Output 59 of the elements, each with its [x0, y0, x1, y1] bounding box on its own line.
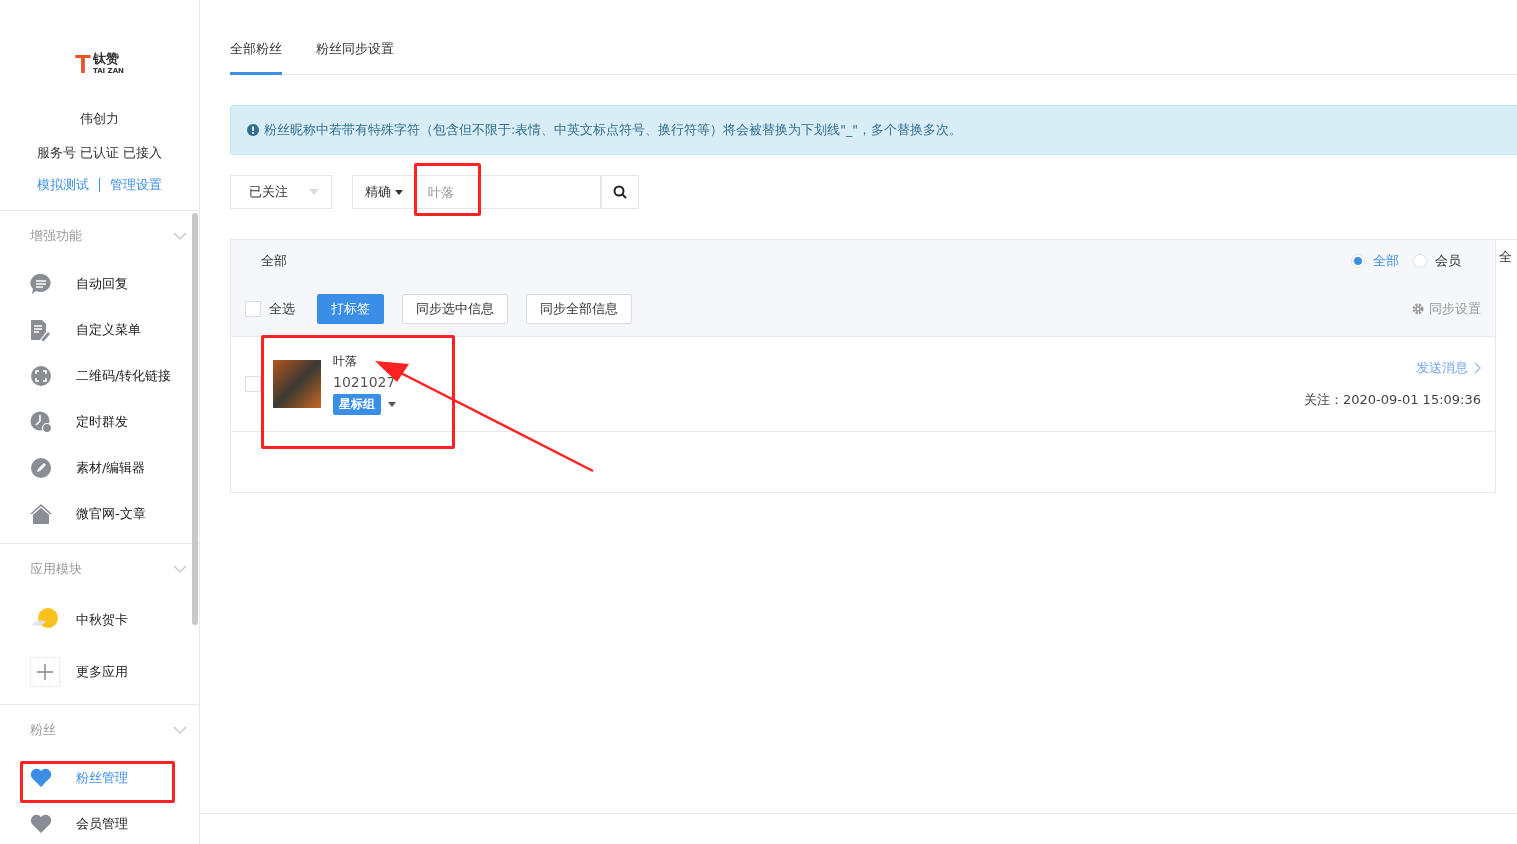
- chevron-right-icon: [1474, 362, 1481, 374]
- clock-icon: [30, 411, 52, 433]
- nav-item[interactable]: 会员管理: [0, 801, 199, 844]
- search-button[interactable]: [601, 175, 639, 209]
- nav-item[interactable]: 自定义菜单: [0, 307, 199, 353]
- caret-down-icon[interactable]: [388, 402, 396, 407]
- nav-item[interactable]: 定时群发: [0, 399, 199, 445]
- radio-circle[interactable]: [1351, 254, 1365, 268]
- radio-circle[interactable]: [1413, 254, 1427, 268]
- tab[interactable]: 粉丝同步设置: [316, 40, 394, 75]
- toolbar-button[interactable]: 同步选中信息: [402, 294, 508, 324]
- account-name: 伟创力: [79, 110, 120, 128]
- radio-option[interactable]: 会员: [1413, 252, 1461, 270]
- chevron-down-icon: [173, 726, 187, 734]
- nav-item[interactable]: 中秋贺卡: [0, 594, 199, 646]
- follow-time: 关注：2020-09-01 15:09:36: [1303, 391, 1481, 409]
- heart-icon: [30, 814, 52, 834]
- account-status: 服务号 已认证 已接入: [35, 144, 164, 162]
- tab[interactable]: 全部粉丝: [230, 40, 282, 75]
- checkbox[interactable]: [245, 301, 261, 317]
- document-edit-icon: [30, 319, 50, 341]
- search-field[interactable]: 叶落: [416, 175, 601, 209]
- nav-item[interactable]: 自动回复: [0, 261, 199, 307]
- match-mode-dropdown[interactable]: 精确: [352, 175, 416, 209]
- pencil-circle-icon: [30, 457, 52, 479]
- notice-text: 粉丝昵称中若带有特殊字符（包含但不限于:表情、中英文标点符号、换行符等）将会被替换为下划线"_"，多个替换多次。: [264, 121, 962, 139]
- account-link[interactable]: 模拟测试: [37, 176, 89, 194]
- fan-name: 叶落: [333, 353, 358, 370]
- nav-item[interactable]: 素材/编辑器: [0, 445, 199, 491]
- chevron-down-icon: [173, 232, 187, 240]
- caret-down-icon: [395, 189, 403, 195]
- nav-item[interactable]: 微官网-文章: [0, 491, 199, 537]
- nav-group-title: 应用模块: [30, 560, 82, 578]
- nav-item[interactable]: 更多应用: [0, 646, 199, 698]
- nav-item[interactable]: 二维码/转化链接: [0, 353, 199, 399]
- status-dropdown[interactable]: 已关注: [230, 175, 332, 209]
- heart-icon: [30, 768, 52, 788]
- filter-label: 全部: [261, 252, 287, 270]
- nav-item[interactable]: 粉丝管理: [0, 755, 199, 801]
- nav-group-title: 增强功能: [30, 227, 82, 245]
- scrollbar[interactable]: [192, 213, 198, 625]
- select-all-checkbox[interactable]: 全选: [245, 300, 295, 318]
- photo-placeholder: [273, 360, 321, 408]
- logo-mark: T: [75, 52, 91, 76]
- scan-circle-icon: [30, 365, 52, 387]
- side-panel-text: 全: [1499, 249, 1512, 264]
- house-icon: [30, 504, 52, 524]
- chat-bubble-icon: [30, 273, 52, 295]
- fan-id: 1021027: [333, 374, 396, 390]
- nav-group-title: 粉丝: [30, 721, 56, 739]
- plus-icon: [30, 657, 60, 687]
- info-icon: [247, 124, 259, 136]
- checkbox[interactable]: [245, 376, 261, 392]
- chevron-down-icon: [173, 565, 187, 573]
- account-link[interactable]: 管理设置: [110, 176, 162, 194]
- logo-name: 钛赞: [92, 52, 120, 66]
- toolbar-button[interactable]: 同步全部信息: [526, 294, 632, 324]
- search-icon: [613, 185, 627, 199]
- caret-down-icon: [309, 189, 319, 195]
